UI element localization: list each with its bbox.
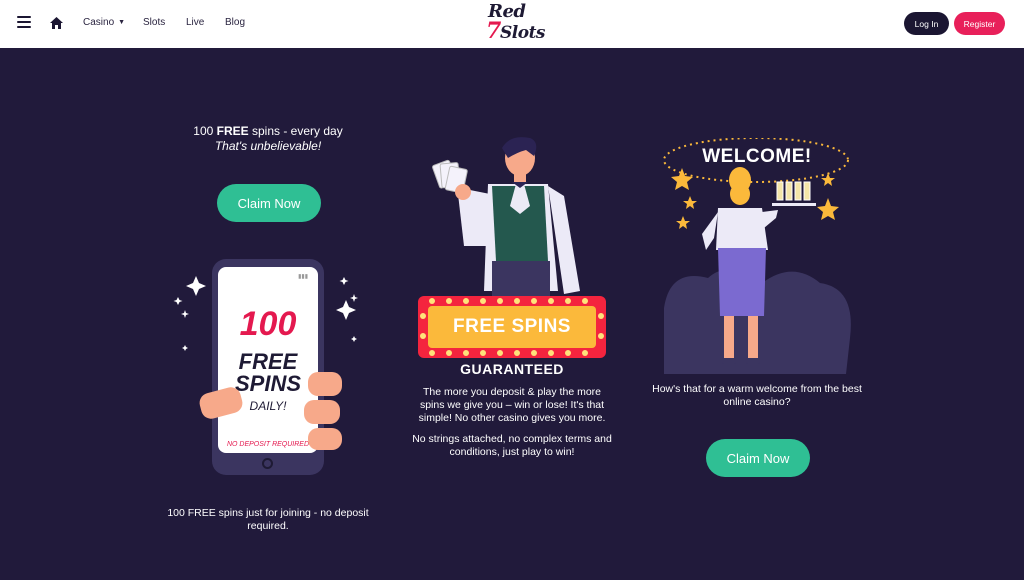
site-header: Casino ▼ Slots Live Blog Red 7 Slots Log … <box>0 0 1024 48</box>
claim-now-button-left[interactable]: Claim Now <box>217 184 321 222</box>
right-caption: How's that for a warm welcome from the b… <box>652 383 862 408</box>
finger-3 <box>308 428 342 450</box>
finger-2 <box>304 400 340 424</box>
claim-now-button-right[interactable]: Claim Now <box>706 439 810 477</box>
logo-text-slots: Slots <box>500 23 546 43</box>
headline-subline: That's unbelievable! <box>214 139 322 153</box>
nav-slots[interactable]: Slots <box>143 17 165 28</box>
phone-screen: ▮▮▮ 100 FREE SPINS DAILY! NO DEPOSIT REQU… <box>218 267 318 453</box>
center-paragraph-2: No strings attached, no complex terms an… <box>412 433 612 458</box>
free-spins-banner: FREE SPINS <box>418 296 606 358</box>
phone-no-deposit: NO DEPOSIT REQUIRED <box>226 441 310 448</box>
finger-1 <box>308 372 342 396</box>
center-paragraph-1: The more you deposit & play the more spi… <box>418 386 606 424</box>
phone-spins: SPINS <box>234 371 302 396</box>
welcome-sign: WELCOME! <box>702 146 812 167</box>
left-headline: 100 FREE spins - every day That's unbeli… <box>160 124 376 154</box>
login-button[interactable]: Log In <box>904 12 949 35</box>
nav-blog[interactable]: Blog <box>225 17 245 28</box>
register-button[interactable]: Register <box>954 12 1005 35</box>
headline-bold: FREE <box>216 124 249 138</box>
phone-100: 100 <box>239 305 297 343</box>
nav-live[interactable]: Live <box>186 17 204 28</box>
signal-icon: ▮▮▮ <box>298 274 308 280</box>
chevron-down-icon: ▼ <box>118 19 126 26</box>
banner-lights <box>420 298 604 356</box>
left-caption: 100 FREE spins just for joining - no dep… <box>167 507 369 532</box>
phone-illustration: ▮▮▮ 100 FREE SPINS DAILY! NO DEPOSIT REQU… <box>212 259 324 475</box>
hamburger-icon[interactable] <box>17 16 31 30</box>
welcome-illustration <box>663 138 851 374</box>
headline-prefix: 100 <box>193 124 217 138</box>
site-logo[interactable]: Red 7 Slots <box>478 0 548 48</box>
nav-casino-label: Casino <box>83 17 115 28</box>
home-icon[interactable] <box>50 17 63 29</box>
headline-suffix: spins - every day <box>248 124 343 138</box>
croupier-illustration <box>432 137 580 301</box>
guaranteed-label: GUARANTEED <box>460 361 564 377</box>
phone-home-button <box>262 458 273 469</box>
nav-casino[interactable]: Casino ▼ <box>83 17 125 28</box>
